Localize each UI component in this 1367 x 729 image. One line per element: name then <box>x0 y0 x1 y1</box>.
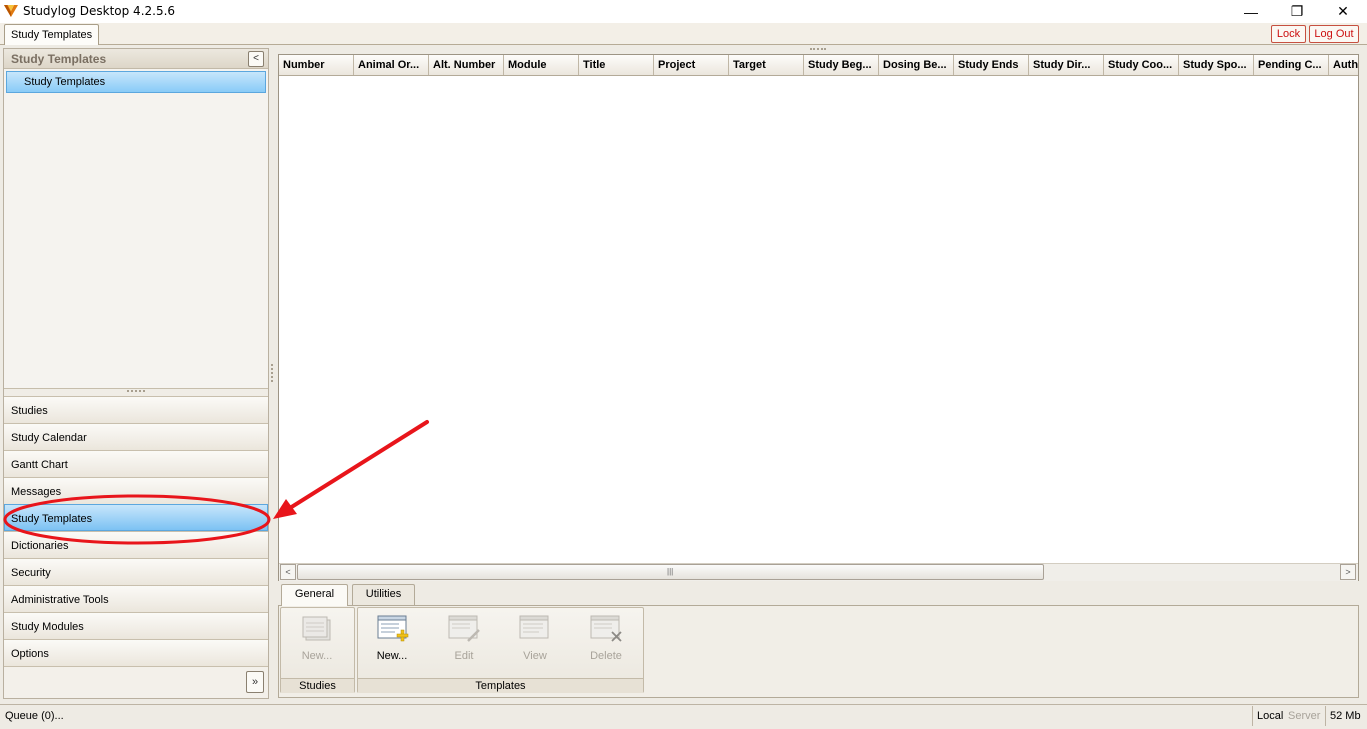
delete-template-button[interactable]: Delete <box>576 650 636 662</box>
tab-study-templates[interactable]: Study Templates <box>4 24 100 45</box>
column-header-number[interactable]: Number <box>279 55 354 75</box>
tree-view <box>4 70 268 388</box>
edit-template-icon[interactable] <box>448 614 480 642</box>
delete-template-icon[interactable] <box>590 614 622 642</box>
column-header-title[interactable]: Title <box>579 55 654 75</box>
column-header-study-begins[interactable]: Study Beg... <box>804 55 879 75</box>
navigation-panel-title: Study Templates <box>11 52 107 66</box>
grid-header: Number Animal Or... Alt. Number Module T… <box>279 55 1358 76</box>
document-tab-strip <box>0 23 1367 45</box>
nav-item-label: Security <box>11 567 51 579</box>
tab-general[interactable]: General <box>281 584 348 606</box>
queue-status[interactable]: Queue (0)... <box>5 710 64 722</box>
tree-item-label: Study Templates <box>24 76 106 88</box>
close-button[interactable]: ✕ <box>1320 0 1366 23</box>
edit-template-button[interactable]: Edit <box>434 650 494 662</box>
column-header-module[interactable]: Module <box>504 55 579 75</box>
expand-navigation-button[interactable]: » <box>246 671 264 693</box>
column-header-author[interactable]: Auth <box>1329 55 1358 75</box>
column-header-study-sponsor[interactable]: Study Spo... <box>1179 55 1254 75</box>
column-header-animal-order[interactable]: Animal Or... <box>354 55 429 75</box>
view-template-button[interactable]: View <box>505 650 565 662</box>
new-study-icon[interactable] <box>300 614 332 642</box>
nav-item-label: Study Templates <box>11 513 93 525</box>
column-header-dosing-begins[interactable]: Dosing Be... <box>879 55 954 75</box>
nav-item-label: Study Calendar <box>11 432 87 444</box>
new-template-icon[interactable] <box>377 614 409 642</box>
navigation-footer <box>4 666 268 698</box>
nav-item-label: Gantt Chart <box>11 459 68 471</box>
grid-grip-icon <box>810 48 826 51</box>
window-title: Studylog Desktop 4.2.5.6 <box>23 4 176 18</box>
column-header-project[interactable]: Project <box>654 55 729 75</box>
templates-grid[interactable] <box>278 54 1359 581</box>
column-header-study-director[interactable]: Study Dir... <box>1029 55 1104 75</box>
tab-utilities[interactable]: Utilities <box>352 584 415 605</box>
maximize-button[interactable]: ❐ <box>1274 0 1320 23</box>
splitter-grip-icon <box>127 390 145 393</box>
nav-item-label: Studies <box>11 405 48 417</box>
scroll-right-icon[interactable]: > <box>1340 564 1356 580</box>
view-template-icon[interactable] <box>519 614 551 642</box>
collapse-panel-button[interactable]: < <box>248 51 264 67</box>
status-bar <box>0 704 1367 729</box>
nav-item-label: Messages <box>11 486 62 498</box>
column-header-study-coordinator[interactable]: Study Coo... <box>1104 55 1179 75</box>
nav-item-label: Options <box>11 648 49 660</box>
ribbon-group-label: Studies <box>281 678 354 693</box>
column-header-target[interactable]: Target <box>729 55 804 75</box>
new-template-button[interactable]: New... <box>362 650 422 662</box>
minimize-button[interactable]: — <box>1228 0 1274 23</box>
nav-item-label: Study Modules <box>11 621 84 633</box>
title-bar <box>0 0 1367 23</box>
status-local: Local <box>1252 706 1287 726</box>
nav-item-label: Administrative Tools <box>11 594 109 606</box>
status-memory: 52 Mb <box>1325 706 1365 726</box>
column-header-pending-changes[interactable]: Pending C... <box>1254 55 1329 75</box>
studylog-logo-icon <box>4 5 18 17</box>
lock-button[interactable]: Lock <box>1271 25 1306 43</box>
new-study-button[interactable]: New... <box>287 650 347 662</box>
ribbon-group-label: Templates <box>358 678 643 693</box>
nav-item-label: Dictionaries <box>11 540 69 552</box>
scrollbar-grip-icon: ||| <box>667 567 674 576</box>
scroll-left-icon[interactable]: < <box>280 564 296 580</box>
status-server: Server <box>1288 710 1321 722</box>
splitter-grip-icon <box>271 364 274 382</box>
column-header-alt-number[interactable]: Alt. Number <box>429 55 504 75</box>
logout-button[interactable]: Log Out <box>1309 25 1359 43</box>
column-header-study-ends[interactable]: Study Ends <box>954 55 1029 75</box>
